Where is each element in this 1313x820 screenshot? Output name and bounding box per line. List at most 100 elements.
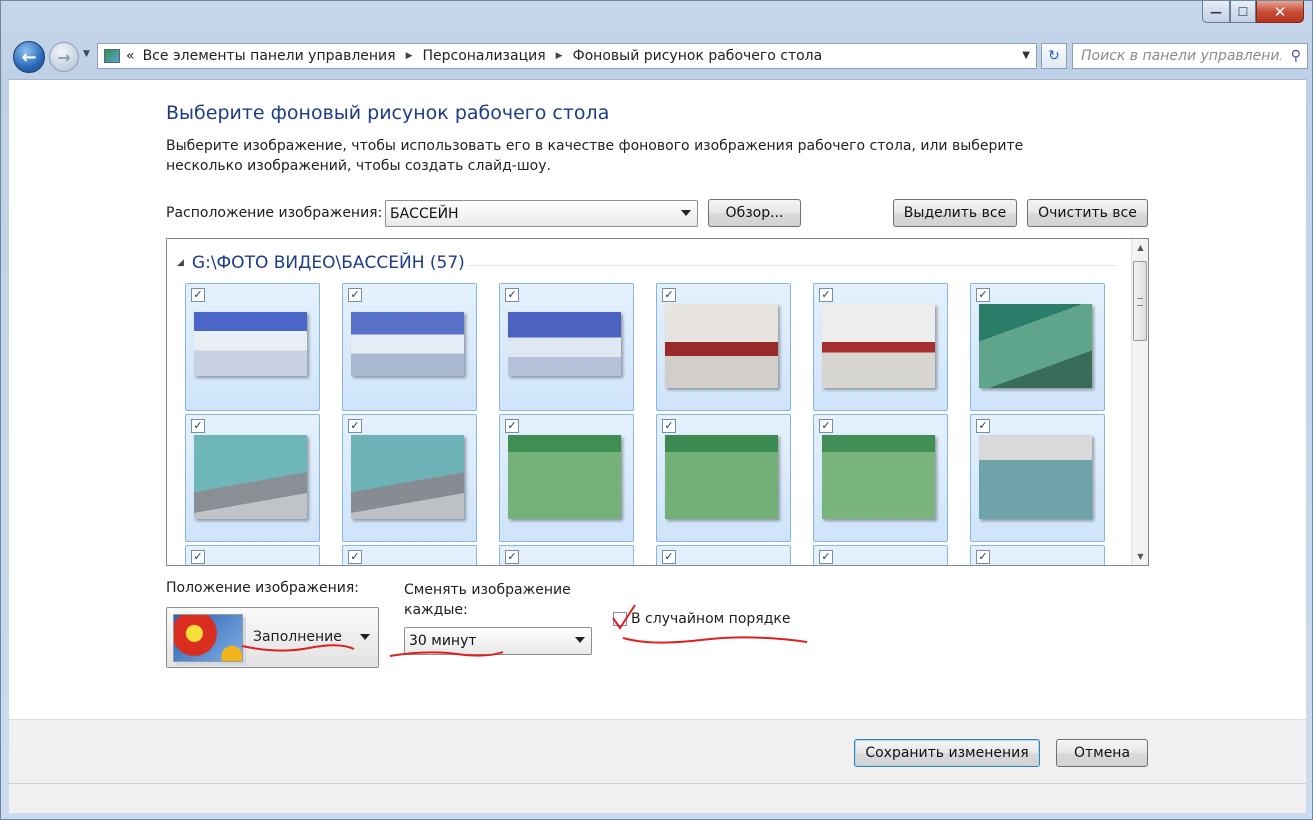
recent-pages-chevron-icon[interactable]: ▼	[83, 49, 90, 59]
wallpaper-tile[interactable]: ✓	[342, 283, 477, 411]
tile-checkbox[interactable]: ✓	[505, 550, 519, 564]
wallpaper-thumbnail	[351, 312, 464, 376]
tile-checkbox[interactable]: ✓	[976, 550, 990, 564]
interval-label: Сменять изображение каждые:	[404, 582, 571, 618]
wallpaper-thumbnail	[979, 304, 1092, 388]
tile-checkbox[interactable]: ✓	[191, 288, 205, 302]
breadcrumb-separator-icon[interactable]: ▶	[406, 51, 413, 61]
wallpaper-gallery[interactable]: ◢ G:\ФОТО ВИДЕО\БАССЕЙН (57) ✓ ✓ ✓ ✓ ✓ ✓ ✓ ✓ ✓ ✓ ✓…	[166, 238, 1149, 566]
breadcrumb-personalization[interactable]: Персонализация	[422, 48, 545, 64]
chevron-down-icon	[575, 637, 585, 643]
wallpaper-tile[interactable]: ✓	[970, 545, 1105, 565]
wallpaper-thumbnail	[822, 435, 935, 519]
address-bar[interactable]: « Все элементы панели управления ▶ Персо…	[97, 43, 1037, 69]
breadcrumb-all-items[interactable]: Все элементы панели управления	[143, 48, 396, 64]
location-value: БАССЕЙН	[390, 205, 459, 222]
wallpaper-tile[interactable]: ✓	[342, 545, 477, 565]
caption-buttons: — ☐ ✕	[1202, 1, 1304, 23]
forward-button[interactable]: →	[49, 42, 79, 72]
interval-dropdown[interactable]: 30 минут	[404, 627, 592, 655]
browse-button[interactable]: Обзор...	[708, 199, 801, 227]
tile-checkbox[interactable]: ✓	[191, 419, 205, 433]
flower-preview-icon	[173, 614, 243, 662]
tile-checkbox[interactable]: ✓	[348, 288, 362, 302]
address-dropdown-icon[interactable]: ▼	[1022, 50, 1030, 61]
wallpaper-thumbnail	[665, 435, 778, 519]
address-prefix-icon[interactable]: «	[126, 48, 135, 64]
clear-all-button[interactable]: Очистить все	[1027, 199, 1148, 227]
gallery-scrollbar[interactable]: ▲ ▼	[1131, 239, 1148, 565]
position-dropdown[interactable]: Заполнение	[166, 607, 379, 668]
tile-checkbox[interactable]: ✓	[505, 419, 519, 433]
close-button[interactable]: ✕	[1256, 1, 1304, 23]
shuffle-label[interactable]: В случайном порядке	[631, 611, 790, 627]
tile-checkbox[interactable]: ✓	[976, 419, 990, 433]
tile-checkbox[interactable]: ✓	[348, 550, 362, 564]
scroll-down-icon[interactable]: ▼	[1132, 548, 1148, 565]
tile-checkbox[interactable]: ✓	[348, 419, 362, 433]
wallpaper-thumbnail	[822, 304, 935, 388]
wallpaper-thumbnail	[194, 312, 307, 376]
page-description: Выберите изображение, чтобы использовать…	[166, 138, 1024, 174]
cancel-button[interactable]: Отмена	[1056, 739, 1148, 767]
maximize-button[interactable]: ☐	[1230, 1, 1256, 23]
tile-checkbox[interactable]: ✓	[976, 288, 990, 302]
dialog-footer: Сохранить изменения Отмена	[9, 719, 1306, 783]
shuffle-option[interactable]: В случайном порядке	[613, 611, 790, 627]
back-button[interactable]: ←	[13, 41, 45, 73]
wallpaper-thumbnail	[194, 435, 307, 519]
shuffle-checkbox[interactable]	[613, 612, 627, 626]
refresh-button[interactable]: ↻	[1041, 43, 1067, 69]
breadcrumb-separator-icon[interactable]: ▶	[556, 51, 563, 61]
wallpaper-tile[interactable]: ✓	[185, 414, 320, 542]
wallpaper-tile[interactable]: ✓	[342, 414, 477, 542]
wallpaper-tile[interactable]: ✓	[970, 414, 1105, 542]
red-underline-shuffle	[622, 636, 808, 644]
main-content: Выберите фоновый рисунок рабочего стола …	[9, 79, 1306, 719]
navigation-bar: ← → ▼ « Все элементы панели управления ▶…	[11, 39, 1308, 73]
wallpaper-tile[interactable]: ✓	[813, 283, 948, 411]
wallpaper-thumbnail	[508, 312, 621, 376]
tile-checkbox[interactable]: ✓	[662, 419, 676, 433]
gallery-group-header[interactable]: ◢ G:\ФОТО ВИДЕО\БАССЕЙН (57)	[177, 253, 465, 273]
location-dropdown[interactable]: БАССЕЙН	[385, 200, 698, 227]
scroll-up-icon[interactable]: ▲	[1132, 239, 1148, 256]
wallpaper-tile[interactable]: ✓	[656, 545, 791, 565]
search-box[interactable]: ⚲	[1072, 43, 1308, 69]
tile-checkbox[interactable]: ✓	[819, 288, 833, 302]
tile-checkbox[interactable]: ✓	[662, 288, 676, 302]
tile-checkbox[interactable]: ✓	[819, 419, 833, 433]
scroll-thumb[interactable]	[1133, 261, 1147, 341]
wallpaper-tile[interactable]: ✓	[656, 283, 791, 411]
tile-checkbox[interactable]: ✓	[505, 288, 519, 302]
collapse-triangle-icon[interactable]: ◢	[177, 258, 184, 268]
search-icon[interactable]: ⚲	[1291, 48, 1301, 64]
wallpaper-tile[interactable]: ✓	[970, 283, 1105, 411]
tile-checkbox[interactable]: ✓	[662, 550, 676, 564]
minimize-button[interactable]: —	[1202, 1, 1230, 23]
wallpaper-tile[interactable]: ✓	[656, 414, 791, 542]
wallpaper-thumbnail	[351, 435, 464, 519]
save-changes-button[interactable]: Сохранить изменения	[854, 739, 1040, 767]
wallpaper-tile[interactable]: ✓	[185, 283, 320, 411]
status-bar	[9, 783, 1306, 813]
position-value: Заполнение	[253, 629, 342, 645]
wallpaper-tile[interactable]: ✓	[185, 545, 320, 565]
wallpaper-thumbnail	[665, 304, 778, 388]
wallpaper-tile[interactable]: ✓	[499, 545, 634, 565]
wallpaper-thumbnail	[508, 435, 621, 519]
interval-value: 30 минут	[409, 633, 477, 649]
location-label: Расположение изображения:	[166, 205, 383, 221]
select-all-button[interactable]: Выделить все	[893, 199, 1017, 227]
breadcrumb-desktop-background[interactable]: Фоновый рисунок рабочего стола	[573, 48, 823, 64]
wallpaper-thumbnail	[979, 435, 1092, 519]
tile-checkbox[interactable]: ✓	[191, 550, 205, 564]
wallpaper-tile[interactable]: ✓	[813, 545, 948, 565]
group-title: G:\ФОТО ВИДЕО\БАССЕЙН (57)	[191, 253, 465, 273]
chevron-down-icon	[681, 209, 691, 216]
wallpaper-tile[interactable]: ✓	[499, 414, 634, 542]
wallpaper-tile[interactable]: ✓	[499, 283, 634, 411]
wallpaper-tile[interactable]: ✓	[813, 414, 948, 542]
tile-checkbox[interactable]: ✓	[819, 550, 833, 564]
search-input[interactable]	[1081, 48, 1281, 64]
